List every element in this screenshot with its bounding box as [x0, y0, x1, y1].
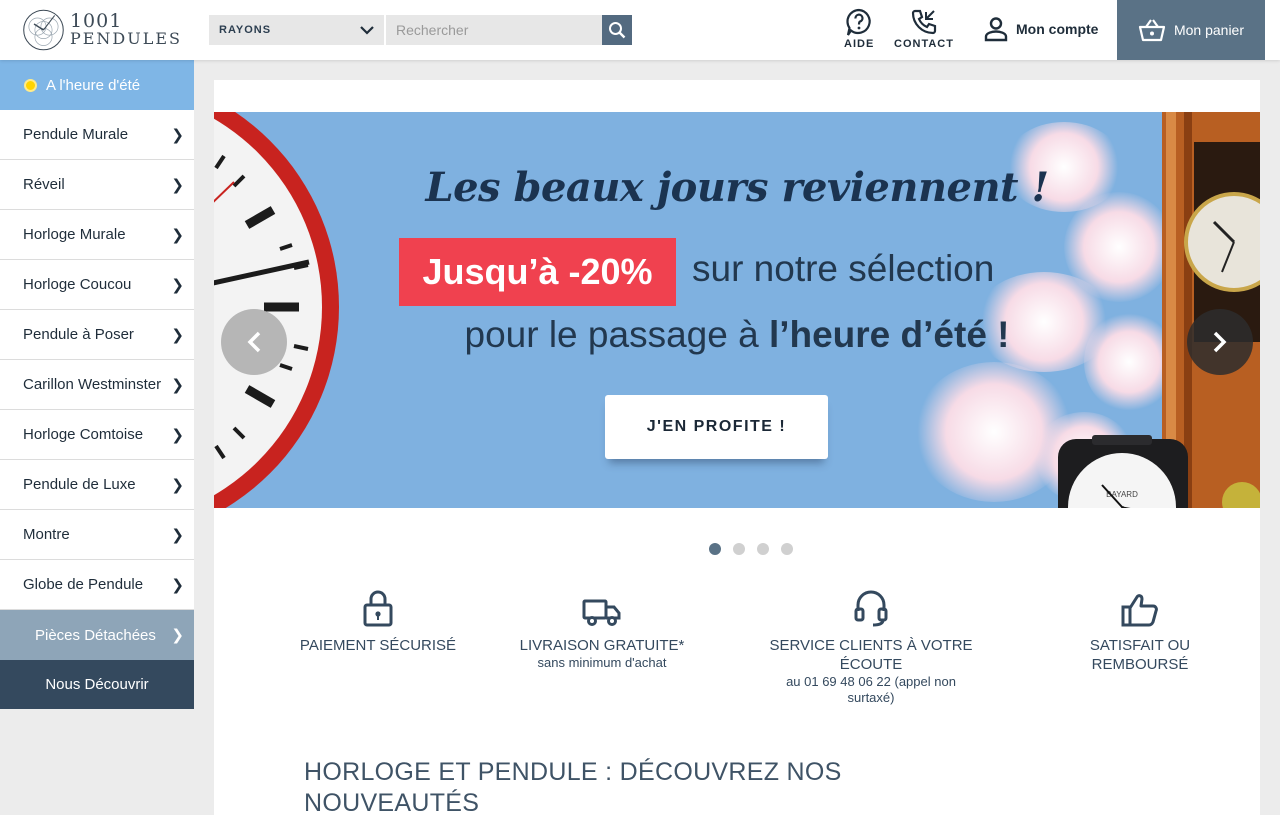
sidebar-item-label: Horloge Murale — [23, 226, 126, 243]
feature-title: LIVRAISON GRATUITE* — [519, 637, 685, 654]
main-content: Les beaux jours reviennent ! Jusqu’à -20… — [214, 80, 1260, 815]
banner-title: Les beaux jours reviennent ! — [425, 164, 1049, 211]
feature-title: SERVICE CLIENTS À VOTRE ÉCOUTE — [769, 637, 973, 673]
chevron-right-icon: ❯ — [171, 526, 184, 544]
sidebar-item-pendule-murale[interactable]: Pendule Murale ❯ — [0, 110, 194, 160]
contact-link[interactable]: CONTACT — [894, 8, 954, 50]
sidebar-item-montre[interactable]: Montre ❯ — [0, 510, 194, 560]
sidebar-item-label: Pendule de Luxe — [23, 476, 136, 493]
sidebar-item-label: Réveil — [23, 176, 65, 193]
user-icon — [984, 17, 1008, 42]
chevron-right-icon: ❯ — [171, 476, 184, 494]
sidebar-item-horloge-murale[interactable]: Horloge Murale ❯ — [0, 210, 194, 260]
feature-secure-payment: PAIEMENT SÉCURISÉ — [268, 585, 488, 655]
chevron-right-icon: ❯ — [171, 426, 184, 444]
sidebar-item-label: A l'heure d'été — [46, 76, 141, 94]
carousel-dot[interactable] — [781, 543, 793, 555]
promo-subtext-bold: l’heure d’été ! — [768, 314, 1010, 355]
help-link[interactable]: AIDE — [844, 8, 874, 50]
carousel-prev-button[interactable] — [221, 309, 287, 375]
sidebar-item-pendule-a-poser[interactable]: Pendule à Poser ❯ — [0, 310, 194, 360]
sidebar-item-label: Horloge Comtoise — [23, 426, 144, 443]
sidebar-item-pendule-de-luxe[interactable]: Pendule de Luxe ❯ — [0, 460, 194, 510]
carousel-dot[interactable] — [709, 543, 721, 555]
sidebar-item-horloge-coucou[interactable]: Horloge Coucou ❯ — [0, 260, 194, 310]
truck-icon — [582, 599, 621, 626]
account-label: Mon compte — [1016, 21, 1099, 37]
promo-banner[interactable]: Les beaux jours reviennent ! Jusqu’à -20… — [214, 112, 1260, 508]
thumbs-up-icon — [1121, 594, 1158, 627]
account-link[interactable]: Mon compte — [984, 16, 1098, 42]
sidebar-item-label: Nous Découvrir — [45, 676, 149, 693]
help-label: AIDE — [844, 38, 875, 50]
section-title: HORLOGE ET PENDULE : DÉCOUVREZ NOS NOUVE… — [304, 758, 842, 815]
chevron-right-icon — [1213, 331, 1227, 353]
sidebar-item-label: Carillon Westminster — [23, 376, 162, 393]
feature-subtitle: sans minimum d'achat — [537, 655, 667, 670]
basket-icon — [1138, 19, 1166, 42]
sidebar-item-label: Pièces Détachées — [35, 626, 156, 644]
feature-title: PAIEMENT SÉCURISÉ — [299, 637, 457, 654]
chevron-left-icon — [247, 331, 261, 353]
sidebar-item-globe-de-pendule[interactable]: Globe de Pendule ❯ — [0, 560, 194, 610]
promo-subtext-start: pour le passage à — [464, 314, 769, 355]
sidebar-item-horloge-comtoise[interactable]: Horloge Comtoise ❯ — [0, 410, 194, 460]
contact-label: CONTACT — [894, 38, 954, 50]
chevron-right-icon: ❯ — [171, 126, 184, 144]
logo-word: PENDULES — [69, 29, 182, 48]
lock-icon — [363, 590, 393, 627]
help-circle-icon — [846, 8, 871, 36]
sidebar-item-reveil[interactable]: Réveil ❯ — [0, 160, 194, 210]
chevron-right-icon: ❯ — [171, 627, 184, 644]
feature-satisfaction: SATISFAIT OU REMBOURSÉ — [1030, 585, 1250, 674]
carousel-dot[interactable] — [757, 543, 769, 555]
logo-number: 1001 — [69, 10, 123, 32]
chevron-right-icon: ❯ — [171, 276, 184, 294]
site-logo[interactable]: 1001 PENDULES — [22, 4, 182, 56]
site-header: 1001 PENDULES RAYONS AIDE CONTACT Mon co… — [0, 0, 1280, 60]
sidebar-item-label: Globe de Pendule — [23, 576, 144, 593]
promo-subtext: pour le passage à l’heure d’été ! — [214, 314, 1260, 356]
cart-label: Mon panier — [1173, 22, 1245, 38]
search-input[interactable] — [386, 15, 602, 45]
chevron-right-icon: ❯ — [171, 226, 184, 244]
chevron-right-icon: ❯ — [171, 576, 184, 594]
reassurance-features: PAIEMENT SÉCURISÉ LIVRAISON GRATUITE* sa… — [274, 585, 1254, 705]
sidebar-item-nous-decouvrir[interactable]: Nous Découvrir — [0, 660, 194, 709]
sidebar-item-summer[interactable]: A l'heure d'été — [0, 60, 194, 110]
rayons-label: RAYONS — [219, 24, 272, 36]
carousel-next-button[interactable] — [1187, 309, 1253, 375]
logo-clock-icon — [23, 9, 64, 51]
feature-subtitle: au 01 69 48 06 22 (appel non surtaxé) — [786, 674, 956, 705]
chevron-right-icon: ❯ — [171, 326, 184, 344]
sidebar-item-carillon-westminster[interactable]: Carillon Westminster ❯ — [0, 360, 194, 410]
promo-discount-badge: Jusqu’à -20% — [399, 238, 676, 306]
chevron-down-icon — [360, 26, 374, 35]
cta-button[interactable]: J'EN PROFITE ! — [605, 395, 828, 459]
logo-text: 1001 PENDULES — [70, 12, 182, 48]
feature-free-delivery: LIVRAISON GRATUITE* sans minimum d'achat — [492, 585, 712, 671]
feature-customer-service: SERVICE CLIENTS À VOTRE ÉCOUTE au 01 69 … — [761, 585, 981, 706]
promo-text: sur notre sélection — [692, 248, 995, 289]
chevron-right-icon: ❯ — [171, 176, 184, 194]
feature-title: SATISFAIT OU REMBOURSÉ — [1089, 637, 1191, 673]
sidebar-item-label: Pendule à Poser — [23, 326, 134, 343]
category-sidebar: A l'heure d'été Pendule Murale ❯ Réveil ❯ … — [0, 60, 194, 709]
search-icon — [609, 22, 626, 39]
headset-icon — [854, 590, 888, 627]
alarm-clock-image: BAYARD — [1058, 435, 1188, 508]
sidebar-item-label: Horloge Coucou — [23, 276, 132, 293]
carousel-dot[interactable] — [733, 543, 745, 555]
search-button[interactable] — [602, 15, 632, 45]
sidebar-item-pieces-detachees[interactable]: Pièces Détachées ❯ — [0, 610, 194, 660]
sidebar-item-label: Pendule Murale — [23, 126, 129, 143]
carousel-dots — [214, 543, 1260, 555]
sun-icon — [24, 78, 37, 92]
chevron-right-icon: ❯ — [171, 376, 184, 394]
rayons-dropdown[interactable]: RAYONS — [209, 15, 384, 45]
sidebar-item-label: Montre — [23, 526, 70, 543]
cart-button[interactable]: Mon panier — [1117, 0, 1265, 60]
phone-icon — [911, 9, 937, 35]
